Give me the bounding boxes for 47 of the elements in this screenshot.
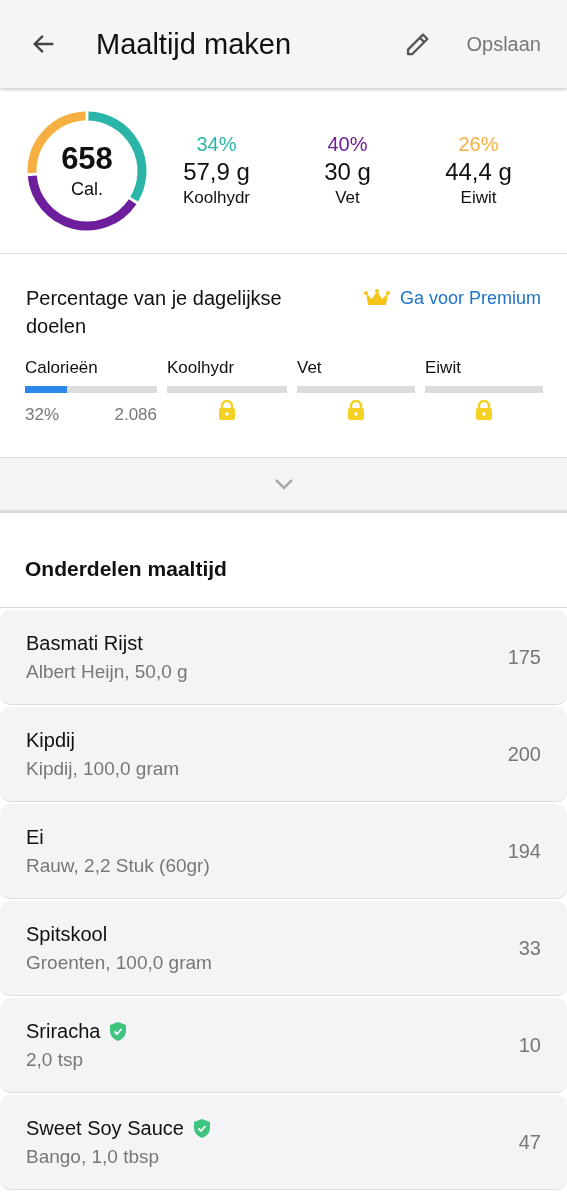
meal-item[interactable]: Kipdij Kipdij, 100,0 gram 200 (0, 707, 567, 802)
meal-item[interactable]: Sriracha 2,0 tsp 10 (0, 998, 567, 1093)
meal-item[interactable]: Sweet Soy Sauce Bango, 1,0 tbsp 47 (0, 1095, 567, 1190)
macro-label: Eiwit (460, 188, 497, 208)
item-calories: 175 (507, 645, 541, 669)
item-name: Basmati Rijst (26, 631, 143, 655)
save-button[interactable]: Opslaan (466, 32, 541, 56)
goal-label: Calorieën (25, 358, 99, 379)
item-detail: 2,0 tsp (26, 1048, 85, 1071)
macro-percent: 40% (327, 133, 368, 156)
goal-target: 2.086 (114, 405, 157, 425)
item-detail: Albert Heijn, 50,0 g (26, 660, 189, 683)
item-name: Sriracha (26, 1019, 101, 1043)
goal-label: Vet (297, 358, 323, 379)
section-title: Onderdelen maaltijd (25, 557, 227, 580)
goals-title: Percentage van je dagelijkse doelen (26, 286, 283, 339)
item-detail: Rauw, 2,2 Stuk (60gr) (26, 854, 211, 877)
calorie-unit: Cal. (71, 179, 103, 200)
macro-amount: 30 g (324, 158, 371, 186)
item-detail: Bango, 1,0 tbsp (26, 1145, 161, 1168)
macro-amount: 44,4 g (445, 158, 512, 186)
goal-percent: 32% (25, 405, 60, 425)
macro-amount: 57,9 g (183, 158, 250, 186)
item-calories: 33 (518, 936, 541, 960)
item-calories: 10 (518, 1033, 541, 1057)
meal-item[interactable]: Spitskool Groenten, 100,0 gram 33 (0, 901, 567, 996)
item-detail: Groenten, 100,0 gram (26, 951, 213, 974)
item-detail: Kipdij, 100,0 gram (26, 757, 181, 780)
macro-percent: 26% (458, 133, 499, 156)
page-title: Maaltijd maken (96, 27, 293, 61)
goal-label: Eiwit (425, 358, 462, 379)
goal-label: Koolhydr (167, 358, 236, 379)
macro-percent: 34% (196, 133, 237, 156)
item-name: Sweet Soy Sauce (26, 1116, 184, 1140)
item-calories: 47 (518, 1130, 541, 1154)
item-name: Kipdij (26, 728, 75, 752)
macro-label: Vet (335, 188, 360, 208)
item-calories: 200 (507, 742, 541, 766)
premium-link[interactable]: Ga voor Premium (363, 284, 541, 312)
item-name: Spitskool (26, 922, 108, 946)
meal-item[interactable]: Basmati Rijst Albert Heijn, 50,0 g 175 (0, 610, 567, 705)
crown-icon (363, 289, 390, 307)
item-name: Ei (26, 825, 44, 849)
calorie-count: 658 (61, 141, 113, 177)
item-calories: 194 (507, 839, 541, 863)
meal-item[interactable]: Ei Rauw, 2,2 Stuk (60gr) 194 (0, 804, 567, 899)
macro-label: Koolhydr (182, 188, 251, 208)
